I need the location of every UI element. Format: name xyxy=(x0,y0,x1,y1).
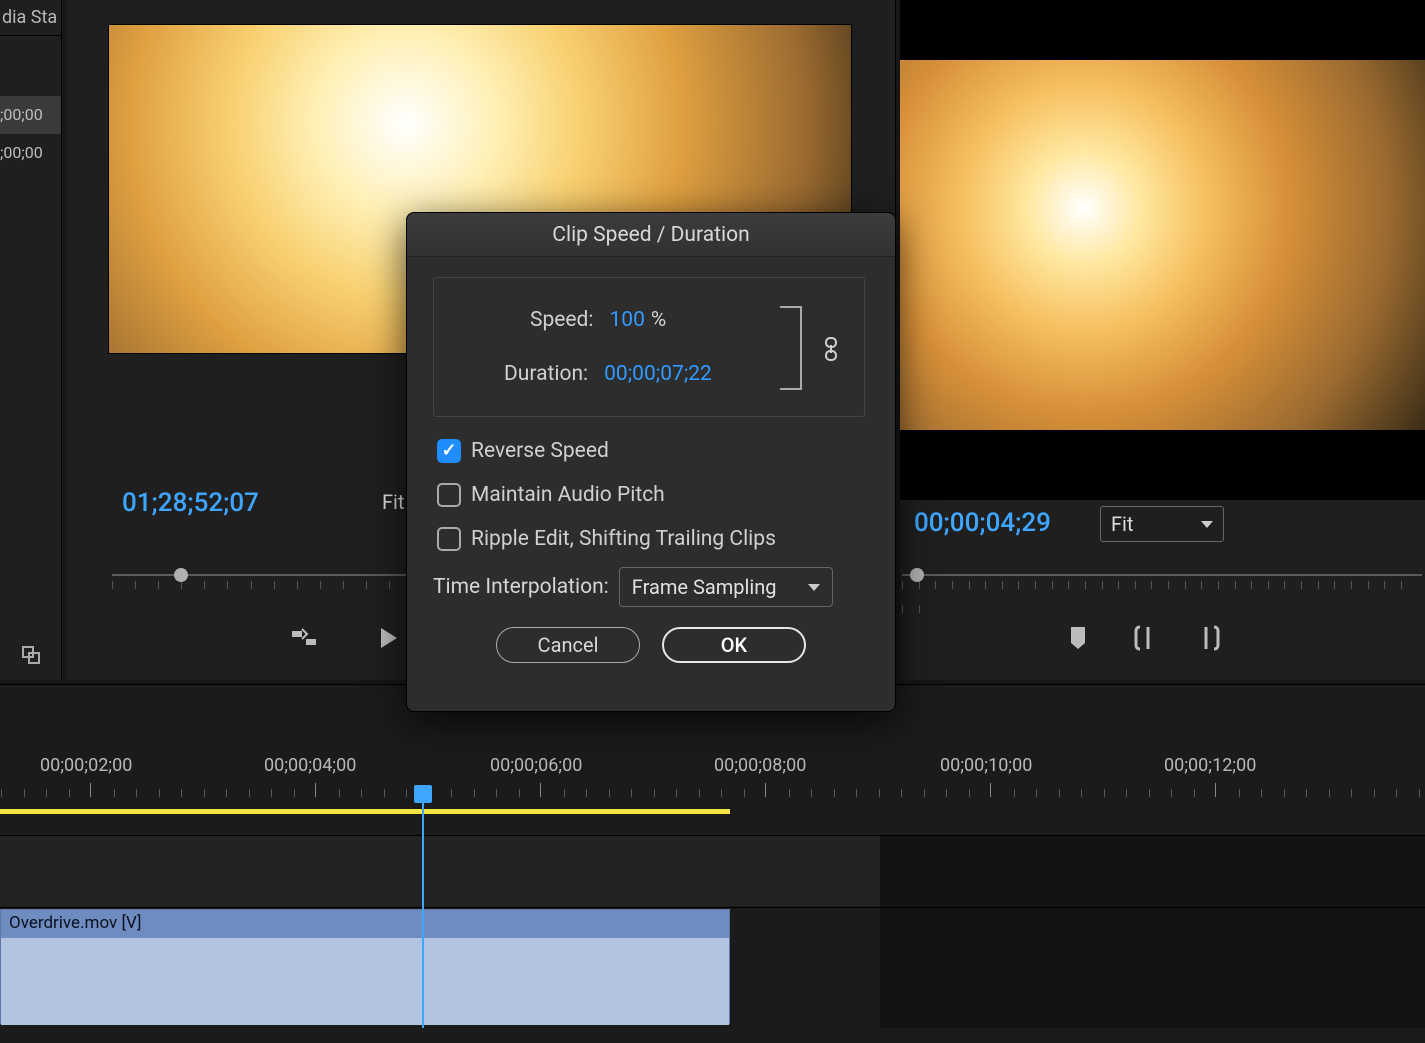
reverse-speed-checkbox[interactable] xyxy=(437,439,461,463)
chevron-down-icon xyxy=(808,584,820,591)
program-mini-timeline[interactable] xyxy=(902,558,1422,598)
time-interpolation-select[interactable]: Frame Sampling xyxy=(619,567,833,607)
ruler-label: 00;00;04;00 xyxy=(264,755,356,776)
time-interpolation-value: Frame Sampling xyxy=(632,575,777,599)
panel-tab-truncated[interactable]: dia Sta xyxy=(0,0,61,36)
playhead-dot[interactable] xyxy=(910,568,924,582)
add-marker-icon[interactable] xyxy=(1060,620,1096,656)
timeline-panel: 00;00;02;00 00;00;04;00 00;00;06;00 00;00;0… xyxy=(0,684,1425,1043)
track xyxy=(902,574,1422,576)
speed-label: Speed: xyxy=(530,308,593,332)
program-preview[interactable] xyxy=(900,0,1425,500)
ruler-label: 00;00;06;00 xyxy=(490,755,582,776)
chevron-down-icon xyxy=(1201,521,1213,528)
playhead-handle[interactable] xyxy=(414,785,432,803)
timeline-clip[interactable]: Overdrive.mov [V] xyxy=(0,909,730,1024)
duration-label: Duration: xyxy=(504,362,588,386)
left-item[interactable]: ;00;00 xyxy=(0,134,61,172)
program-frame xyxy=(900,60,1425,430)
reverse-speed-label: Reverse Speed xyxy=(471,439,609,463)
clip-body xyxy=(1,938,729,1025)
work-area-bar[interactable] xyxy=(0,809,730,814)
maintain-pitch-label: Maintain Audio Pitch xyxy=(471,483,665,507)
source-timecode[interactable]: 01;28;52;07 xyxy=(122,488,259,518)
ruler-label: 00;00;08;00 xyxy=(714,755,806,776)
mark-in-icon[interactable] xyxy=(1126,620,1162,656)
duration-value[interactable]: 00;00;07;22 xyxy=(604,362,712,386)
program-monitor: 00;00;04;29 Fit xyxy=(900,0,1425,680)
ripple-edit-label: Ripple Edit, Shifting Trailing Clips xyxy=(471,527,776,551)
go-to-in-icon[interactable] xyxy=(368,620,404,656)
left-panel: dia Sta ;00;00 ;00;00 xyxy=(0,0,62,680)
speed-duration-group: Speed: 100 % Duration: 00;00;07;22 xyxy=(433,277,865,417)
link-icon[interactable] xyxy=(822,336,840,362)
time-interpolation-label: Time Interpolation: xyxy=(433,575,609,599)
dialog-title: Clip Speed / Duration xyxy=(407,213,895,257)
program-toolbar xyxy=(1060,620,1228,656)
playhead-dot[interactable] xyxy=(174,568,188,582)
ok-button[interactable]: OK xyxy=(662,627,806,663)
source-zoom-label: Fit xyxy=(382,490,404,514)
clip-label: Overdrive.mov [V] xyxy=(1,910,729,938)
timeline-playhead[interactable] xyxy=(422,785,424,1028)
insert-icon[interactable] xyxy=(286,620,322,656)
speed-value[interactable]: 100 xyxy=(609,308,644,332)
speed-unit: % xyxy=(651,308,666,332)
cancel-button[interactable]: Cancel xyxy=(496,627,640,663)
program-timecode[interactable]: 00;00;04;29 xyxy=(914,508,1051,538)
maintain-pitch-checkbox[interactable] xyxy=(437,483,461,507)
reverse-speed-row[interactable]: Reverse Speed xyxy=(437,429,869,473)
ruler-label: 00;00;12;00 xyxy=(1164,755,1256,776)
time-interpolation-row: Time Interpolation: Frame Sampling xyxy=(433,567,869,607)
sep xyxy=(0,907,1425,908)
program-zoom-select[interactable]: Fit xyxy=(1100,506,1224,542)
dialog-buttons: Cancel OK xyxy=(433,627,869,663)
program-zoom-label: Fit xyxy=(1111,512,1133,536)
left-item-selected[interactable]: ;00;00 xyxy=(0,96,61,134)
timeline-ruler[interactable]: 00;00;02;00 00;00;04;00 00;00;06;00 00;00;0… xyxy=(0,755,1425,801)
clip-speed-dialog: Clip Speed / Duration Speed: 100 % Durat… xyxy=(406,212,896,712)
new-item-icon[interactable] xyxy=(0,630,61,680)
ruler-label: 00;00;02;00 xyxy=(40,755,132,776)
maintain-pitch-row[interactable]: Maintain Audio Pitch xyxy=(437,473,869,517)
timeline-empty-area xyxy=(880,836,1425,1028)
sep xyxy=(0,835,1425,836)
ruler-ticks xyxy=(0,783,1425,801)
ruler-label: 00;00;10;00 xyxy=(940,755,1032,776)
source-toolbar xyxy=(286,620,404,656)
ripple-edit-row[interactable]: Ripple Edit, Shifting Trailing Clips xyxy=(437,517,869,561)
link-bracket xyxy=(780,306,802,390)
ripple-edit-checkbox[interactable] xyxy=(437,527,461,551)
mark-out-icon[interactable] xyxy=(1192,620,1228,656)
